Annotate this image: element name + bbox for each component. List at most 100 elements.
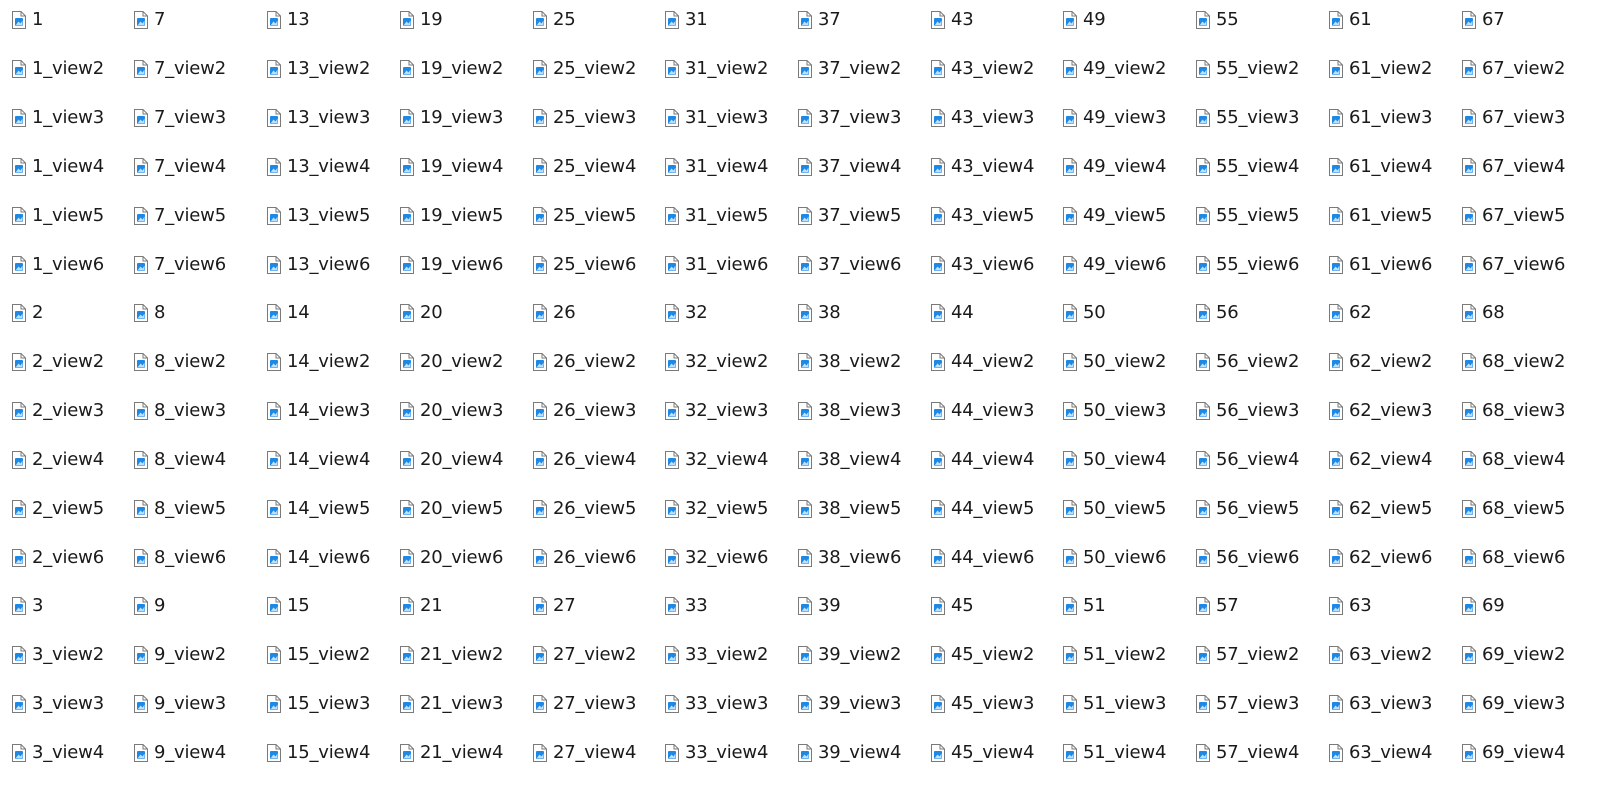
file-item[interactable]: 21: [400, 591, 443, 621]
file-item[interactable]: 45: [931, 591, 974, 621]
file-item[interactable]: 61_view5: [1329, 201, 1432, 231]
file-item[interactable]: 8_view2: [134, 347, 226, 377]
file-item[interactable]: 68_view5: [1462, 494, 1565, 524]
file-item[interactable]: 2_view4: [12, 445, 104, 475]
file-item[interactable]: 1_view4: [12, 152, 104, 182]
file-item[interactable]: 8_view3: [134, 396, 226, 426]
file-item[interactable]: 50: [1063, 298, 1106, 328]
file-item[interactable]: 21_view2: [400, 640, 503, 670]
file-item[interactable]: 14_view3: [267, 396, 370, 426]
file-item[interactable]: 50_view2: [1063, 347, 1166, 377]
file-item[interactable]: 67_view6: [1462, 250, 1565, 280]
file-item[interactable]: 61_view2: [1329, 54, 1432, 84]
file-item[interactable]: 7_view4: [134, 152, 226, 182]
file-item[interactable]: 63_view3: [1329, 689, 1432, 719]
file-item[interactable]: 32_view4: [665, 445, 768, 475]
file-item[interactable]: 20_view2: [400, 347, 503, 377]
file-item[interactable]: 7_view2: [134, 54, 226, 84]
file-item[interactable]: 63_view2: [1329, 640, 1432, 670]
file-item[interactable]: 44: [931, 298, 974, 328]
file-item[interactable]: 57_view3: [1196, 689, 1299, 719]
file-item[interactable]: 45_view4: [931, 738, 1034, 768]
file-item[interactable]: 15_view3: [267, 689, 370, 719]
file-item[interactable]: 57_view4: [1196, 738, 1299, 768]
file-item[interactable]: 3: [12, 591, 43, 621]
file-item[interactable]: 25_view2: [533, 54, 636, 84]
file-item[interactable]: 13_view5: [267, 201, 370, 231]
file-item[interactable]: 44_view2: [931, 347, 1034, 377]
file-item[interactable]: 33_view3: [665, 689, 768, 719]
file-item[interactable]: 2_view3: [12, 396, 104, 426]
file-item[interactable]: 8: [134, 298, 165, 328]
file-item[interactable]: 7_view6: [134, 250, 226, 280]
file-item[interactable]: 3_view4: [12, 738, 104, 768]
file-item[interactable]: 14_view4: [267, 445, 370, 475]
file-item[interactable]: 26: [533, 298, 576, 328]
file-item[interactable]: 49_view2: [1063, 54, 1166, 84]
file-item[interactable]: 1: [12, 5, 43, 35]
file-item[interactable]: 26_view2: [533, 347, 636, 377]
file-item[interactable]: 51_view4: [1063, 738, 1166, 768]
file-item[interactable]: 38_view2: [798, 347, 901, 377]
file-item[interactable]: 13_view4: [267, 152, 370, 182]
file-item[interactable]: 32_view5: [665, 494, 768, 524]
file-item[interactable]: 63_view4: [1329, 738, 1432, 768]
file-item[interactable]: 20: [400, 298, 443, 328]
file-item[interactable]: 8_view4: [134, 445, 226, 475]
file-item[interactable]: 56_view5: [1196, 494, 1299, 524]
file-item[interactable]: 8_view5: [134, 494, 226, 524]
file-item[interactable]: 44_view5: [931, 494, 1034, 524]
file-item[interactable]: 43_view3: [931, 103, 1034, 133]
file-item[interactable]: 21_view3: [400, 689, 503, 719]
file-item[interactable]: 61_view3: [1329, 103, 1432, 133]
file-item[interactable]: 33_view2: [665, 640, 768, 670]
file-item[interactable]: 1_view5: [12, 201, 104, 231]
file-item[interactable]: 13_view2: [267, 54, 370, 84]
file-item[interactable]: 43: [931, 5, 974, 35]
file-item[interactable]: 8_view6: [134, 543, 226, 573]
file-item[interactable]: 68_view4: [1462, 445, 1565, 475]
file-item[interactable]: 62_view5: [1329, 494, 1432, 524]
file-item[interactable]: 55_view2: [1196, 54, 1299, 84]
file-item[interactable]: 51_view2: [1063, 640, 1166, 670]
file-item[interactable]: 49_view5: [1063, 201, 1166, 231]
file-item[interactable]: 39_view4: [798, 738, 901, 768]
file-item[interactable]: 68_view2: [1462, 347, 1565, 377]
file-item[interactable]: 19_view4: [400, 152, 503, 182]
file-item[interactable]: 61_view6: [1329, 250, 1432, 280]
file-item[interactable]: 38: [798, 298, 841, 328]
file-item[interactable]: 55_view6: [1196, 250, 1299, 280]
file-item[interactable]: 62_view4: [1329, 445, 1432, 475]
file-item[interactable]: 15_view4: [267, 738, 370, 768]
file-item[interactable]: 3_view3: [12, 689, 104, 719]
file-item[interactable]: 32_view3: [665, 396, 768, 426]
file-item[interactable]: 1_view3: [12, 103, 104, 133]
file-item[interactable]: 14_view2: [267, 347, 370, 377]
file-item[interactable]: 44_view4: [931, 445, 1034, 475]
file-item[interactable]: 15_view2: [267, 640, 370, 670]
file-item[interactable]: 67_view2: [1462, 54, 1565, 84]
file-item[interactable]: 57: [1196, 591, 1239, 621]
file-item[interactable]: 69_view4: [1462, 738, 1565, 768]
file-item[interactable]: 3_view2: [12, 640, 104, 670]
file-item[interactable]: 67_view5: [1462, 201, 1565, 231]
file-item[interactable]: 38_view4: [798, 445, 901, 475]
file-item[interactable]: 25: [533, 5, 576, 35]
file-item[interactable]: 39_view3: [798, 689, 901, 719]
file-item[interactable]: 44_view3: [931, 396, 1034, 426]
file-item[interactable]: 25_view3: [533, 103, 636, 133]
file-item[interactable]: 31: [665, 5, 708, 35]
file-item[interactable]: 61_view4: [1329, 152, 1432, 182]
file-item[interactable]: 50_view5: [1063, 494, 1166, 524]
file-item[interactable]: 37_view5: [798, 201, 901, 231]
file-item[interactable]: 33_view4: [665, 738, 768, 768]
file-item[interactable]: 51: [1063, 591, 1106, 621]
file-item[interactable]: 44_view6: [931, 543, 1034, 573]
file-item[interactable]: 2_view6: [12, 543, 104, 573]
file-item[interactable]: 45_view3: [931, 689, 1034, 719]
file-item[interactable]: 20_view3: [400, 396, 503, 426]
file-item[interactable]: 27_view3: [533, 689, 636, 719]
file-item[interactable]: 51_view3: [1063, 689, 1166, 719]
file-item[interactable]: 2_view2: [12, 347, 104, 377]
file-item[interactable]: 63: [1329, 591, 1372, 621]
